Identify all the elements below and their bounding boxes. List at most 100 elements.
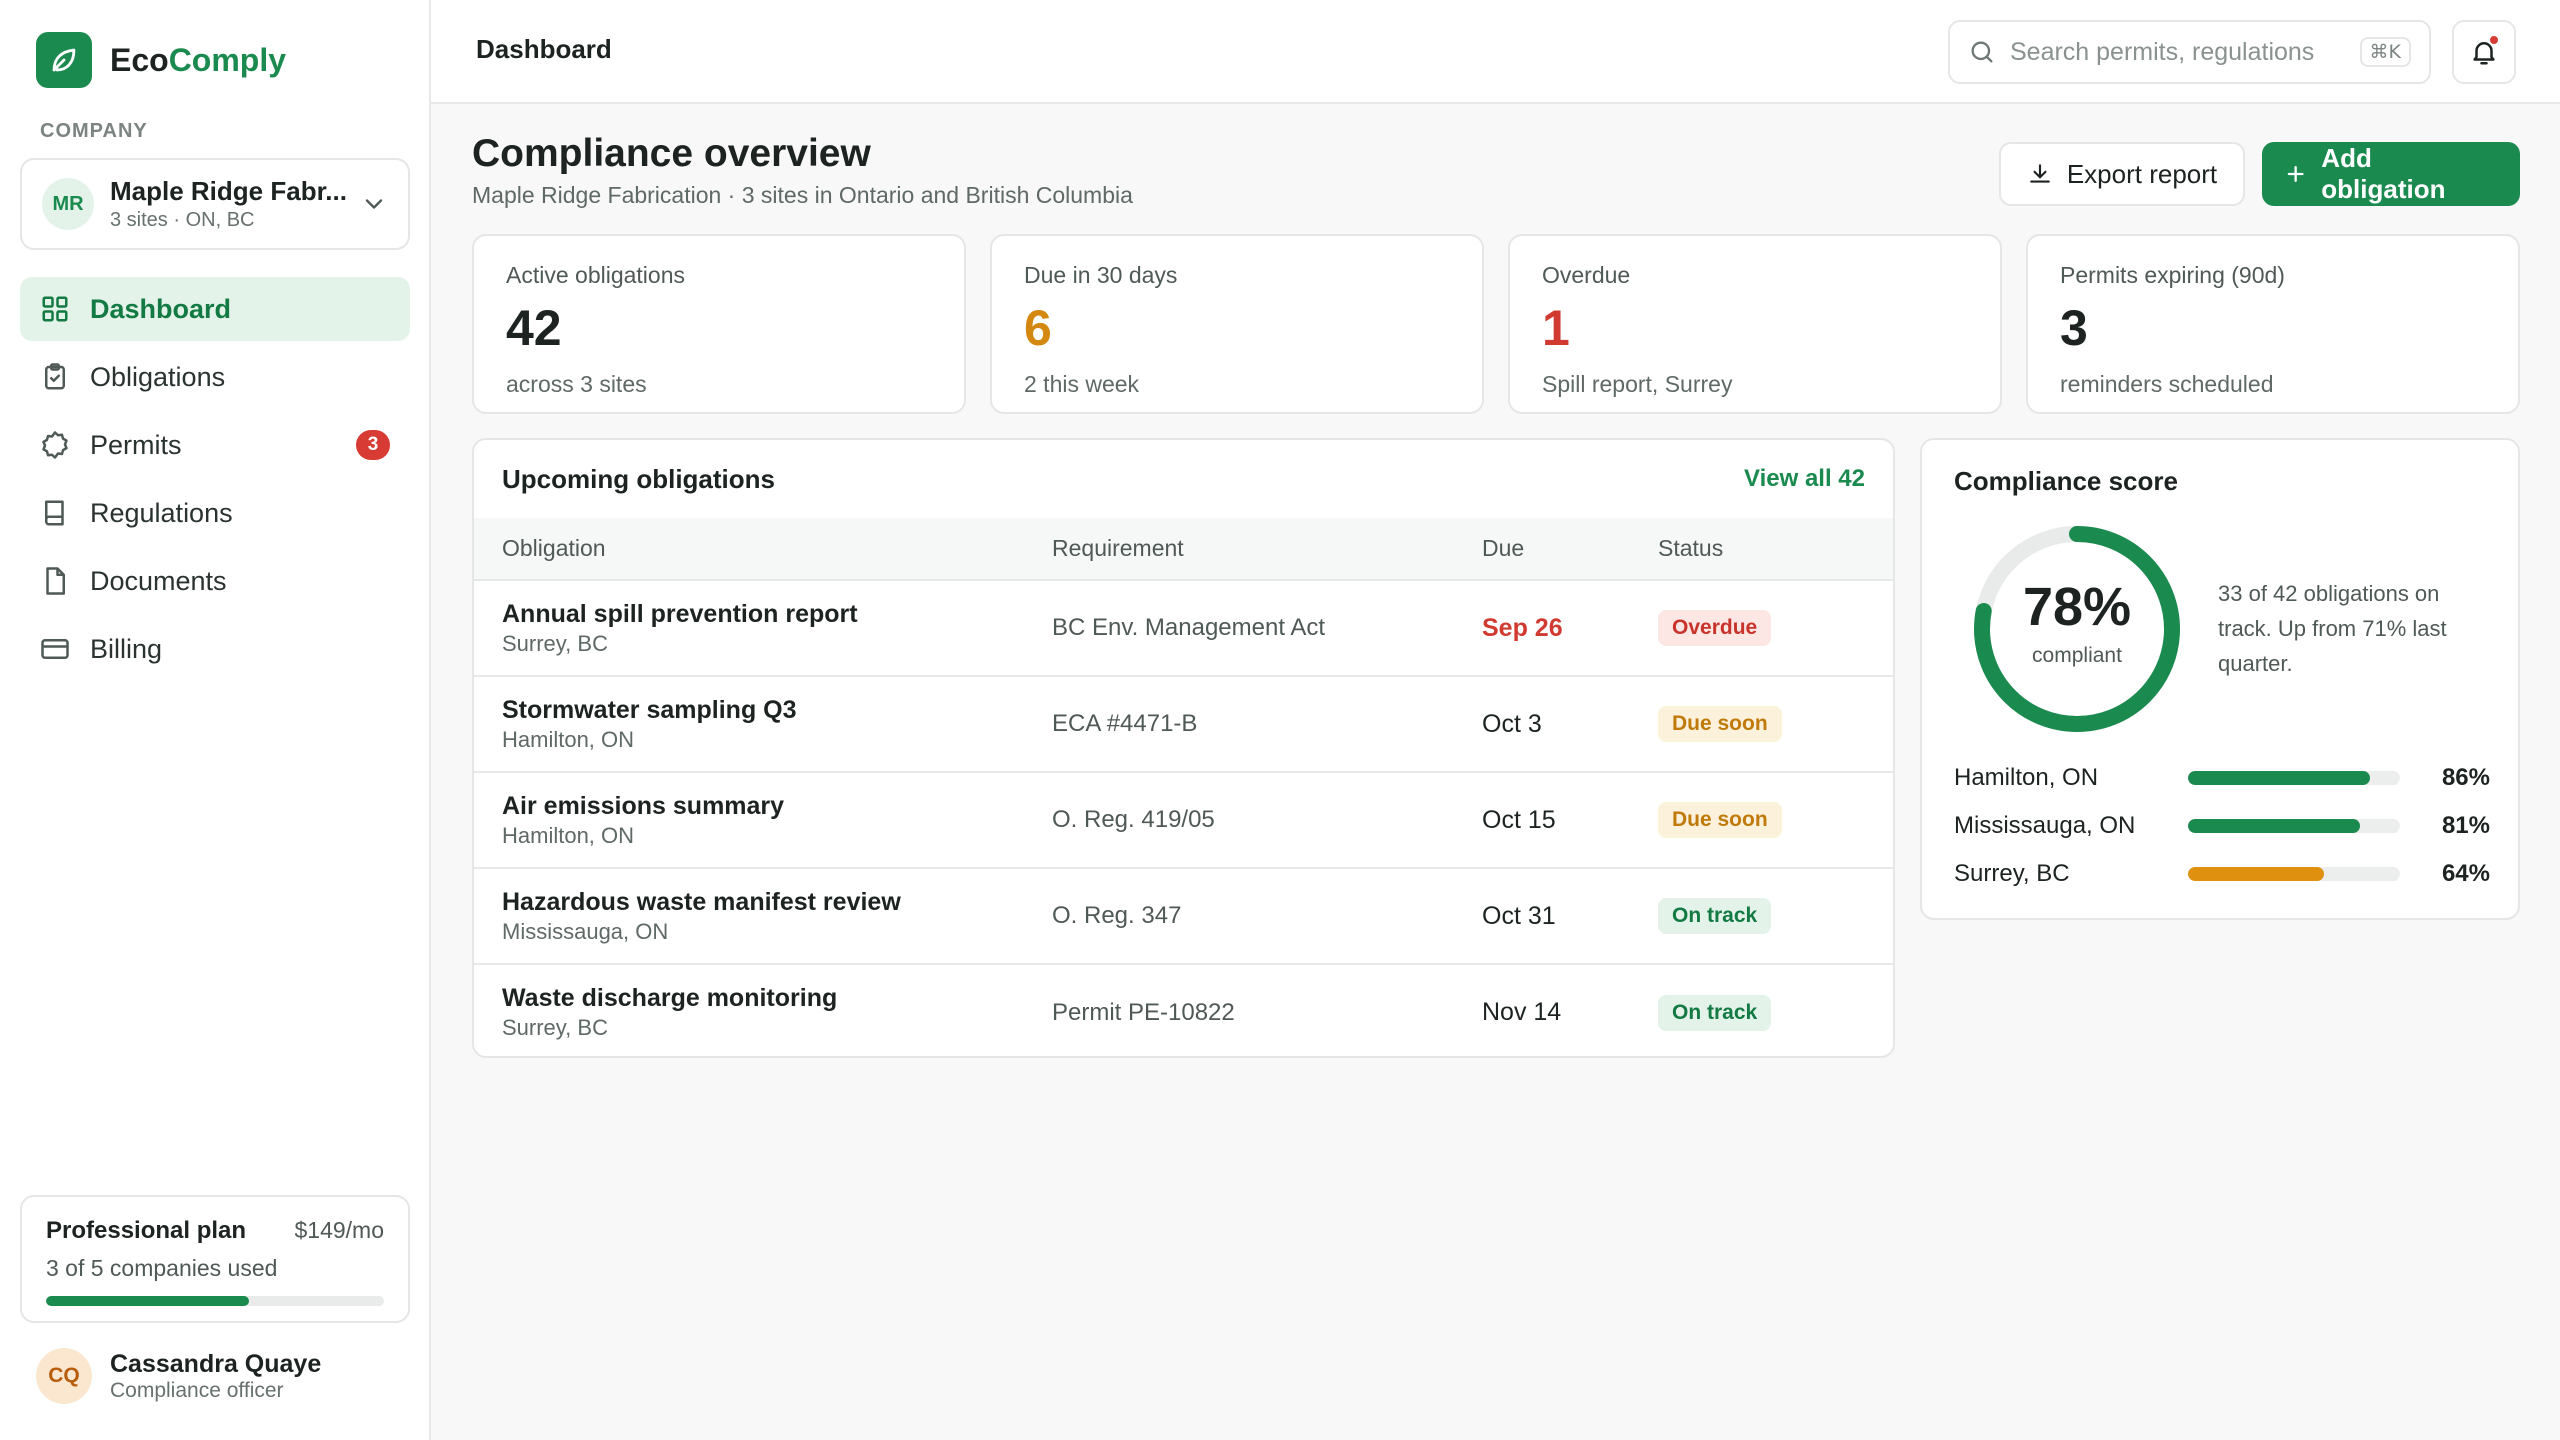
- compliance-percent: 78%: [2022, 577, 2132, 637]
- sidebar-item-obligations[interactable]: Obligations: [20, 345, 410, 409]
- table-row[interactable]: Annual spill prevention report Surrey, BC…: [474, 580, 1893, 677]
- column-header-status[interactable]: Status: [1658, 518, 1893, 581]
- book-icon: [45, 500, 64, 526]
- topbar: Dashboard ⌘K: [431, 0, 2560, 104]
- stat-card-permits-expiring[interactable]: Permits expiring (90d) 3 reminders sched…: [2026, 234, 2520, 414]
- notification-dot: [2488, 34, 2500, 46]
- card-title: Upcoming obligations: [502, 463, 775, 494]
- card-title: Compliance score: [1954, 466, 2178, 496]
- page-header: Compliance overview Maple Ridge Fabricat…: [472, 132, 1133, 209]
- export-report-button[interactable]: Export report: [1999, 142, 2245, 206]
- search-box[interactable]: ⌘K: [1948, 20, 2431, 84]
- add-obligation-button[interactable]: Add obligation: [2262, 142, 2520, 206]
- stat-value: 42: [506, 300, 562, 356]
- plan-usage-bar: [46, 1296, 384, 1306]
- download-icon: [2030, 164, 2050, 183]
- obligation-name: Hazardous waste manifest review: [502, 887, 901, 916]
- requirement: O. Reg. 419/05: [1052, 806, 1215, 833]
- sidebar-item-label: Dashboard: [90, 293, 232, 324]
- stat-label: Due in 30 days: [1024, 262, 1178, 288]
- user-name: Cassandra Quaye: [110, 1349, 322, 1378]
- grid-icon: [42, 296, 68, 322]
- sidebar: EcoComply COMPANY MR Maple Ridge Fabr...…: [0, 0, 431, 1440]
- site-score-value: 64%: [2441, 860, 2490, 887]
- chevron-down-icon: [365, 199, 383, 209]
- search-input[interactable]: [2010, 37, 2360, 67]
- site-score-bar: [2188, 771, 2400, 785]
- site-score-row[interactable]: Surrey, BC 64%: [1954, 854, 2490, 894]
- sidebar-item-label: Permits: [90, 429, 182, 460]
- sidebar-item-billing[interactable]: Billing: [20, 617, 410, 681]
- site-score-fill: [2188, 771, 2371, 785]
- due-date: Oct 15: [1482, 805, 1556, 834]
- table-row[interactable]: Air emissions summary Hamilton, ON O. Reg…: [474, 772, 1893, 869]
- stat-note: 2 this week: [1024, 371, 1140, 397]
- user-profile[interactable]: CQ Cassandra Quaye Compliance officer: [36, 1348, 321, 1404]
- requirement: BC Env. Management Act: [1052, 614, 1326, 641]
- requirement: Permit PE-10822: [1052, 998, 1235, 1026]
- obligation-site: Hamilton, ON: [502, 822, 635, 848]
- plan-usage-fill: [46, 1296, 249, 1306]
- due-date: Oct 3: [1482, 709, 1542, 738]
- compliance-description: 33 of 42 obligations on track. Up from 7…: [2218, 581, 2447, 676]
- sidebar-item-dashboard[interactable]: Dashboard: [20, 277, 410, 341]
- search-shortcut: ⌘K: [2359, 37, 2411, 67]
- site-name: Surrey, BC: [1954, 860, 2070, 887]
- badge-icon: [42, 431, 68, 459]
- credit-card-icon: [41, 639, 69, 659]
- table-row[interactable]: Waste discharge monitoring Surrey, BC Per…: [474, 964, 1893, 1056]
- company-switcher[interactable]: MR Maple Ridge Fabr... 3 sites · ON, BC: [20, 158, 410, 250]
- notifications-button[interactable]: [2452, 20, 2516, 84]
- column-header-due[interactable]: Due: [1482, 518, 1658, 581]
- site-name: Mississauga, ON: [1954, 812, 2136, 839]
- stat-card-overdue[interactable]: Overdue 1 Spill report, Surrey: [1508, 234, 2002, 414]
- view-all-link[interactable]: View all 42: [1744, 465, 1865, 493]
- plan-card[interactable]: Professional plan $149/mo 3 of 5 compani…: [20, 1195, 410, 1323]
- company-avatar: MR: [42, 178, 94, 230]
- stat-label: Overdue: [1542, 262, 1631, 288]
- stat-note: Spill report, Surrey: [1542, 371, 1733, 397]
- add-obligation-label: Add obligation: [2321, 143, 2446, 204]
- brand-name: EcoComply: [110, 41, 287, 78]
- section-label-company: COMPANY: [40, 120, 148, 142]
- sidebar-item-label: Regulations: [90, 497, 233, 528]
- plan-price: $149/mo: [294, 1217, 384, 1243]
- sidebar-item-documents[interactable]: Documents: [20, 549, 410, 613]
- file-icon: [46, 567, 65, 595]
- status-badge: On track: [1658, 898, 1772, 934]
- search-icon: [1971, 41, 1993, 63]
- obligation-site: Mississauga, ON: [502, 918, 669, 944]
- stat-card-active-obligations[interactable]: Active obligations 42 across 3 sites: [472, 234, 966, 414]
- column-header-requirement[interactable]: Requirement: [1052, 518, 1482, 581]
- export-report-label: Export report: [2066, 158, 2218, 189]
- site-score-row[interactable]: Hamilton, ON 86%: [1954, 758, 2490, 798]
- table-row[interactable]: Stormwater sampling Q3 Hamilton, ON ECA #…: [474, 676, 1893, 773]
- page-subtitle: Maple Ridge Fabrication · 3 sites in Ont…: [472, 182, 1133, 208]
- column-header-obligation[interactable]: Obligation: [474, 518, 1052, 581]
- company-sites: 3 sites · ON, BC: [110, 209, 255, 231]
- due-date: Oct 31: [1482, 901, 1556, 930]
- obligation-site: Surrey, BC: [502, 630, 608, 656]
- site-score-bar: [2188, 819, 2400, 833]
- table-row[interactable]: Hazardous waste manifest review Mississau…: [474, 868, 1893, 965]
- status-badge: Due soon: [1658, 802, 1782, 838]
- obligation-name: Stormwater sampling Q3: [502, 695, 797, 724]
- stat-card-due-30-days[interactable]: Due in 30 days 6 2 this week: [990, 234, 1484, 414]
- plan-usage: 3 of 5 companies used: [46, 1255, 278, 1281]
- compliance-caption: compliant: [2032, 644, 2122, 667]
- table-header-row: Obligation Requirement Due Status: [474, 518, 1893, 581]
- sidebar-item-permits[interactable]: Permits 3: [20, 413, 410, 477]
- clipboard-icon: [45, 363, 65, 390]
- site-score-bar: [2188, 867, 2400, 881]
- company-name: Maple Ridge Fabr...: [110, 176, 347, 206]
- sidebar-item-label: Billing: [90, 633, 163, 664]
- site-score-value: 86%: [2441, 764, 2490, 791]
- obligation-site: Surrey, BC: [502, 1015, 608, 1040]
- site-score-row[interactable]: Mississauga, ON 81%: [1954, 806, 2490, 846]
- site-name: Hamilton, ON: [1954, 764, 2099, 791]
- leaf-icon: [36, 32, 92, 88]
- sidebar-item-label: Documents: [90, 565, 227, 596]
- obligation-name: Waste discharge monitoring: [502, 984, 838, 1012]
- brand[interactable]: EcoComply: [36, 32, 286, 88]
- sidebar-item-regulations[interactable]: Regulations: [20, 481, 410, 545]
